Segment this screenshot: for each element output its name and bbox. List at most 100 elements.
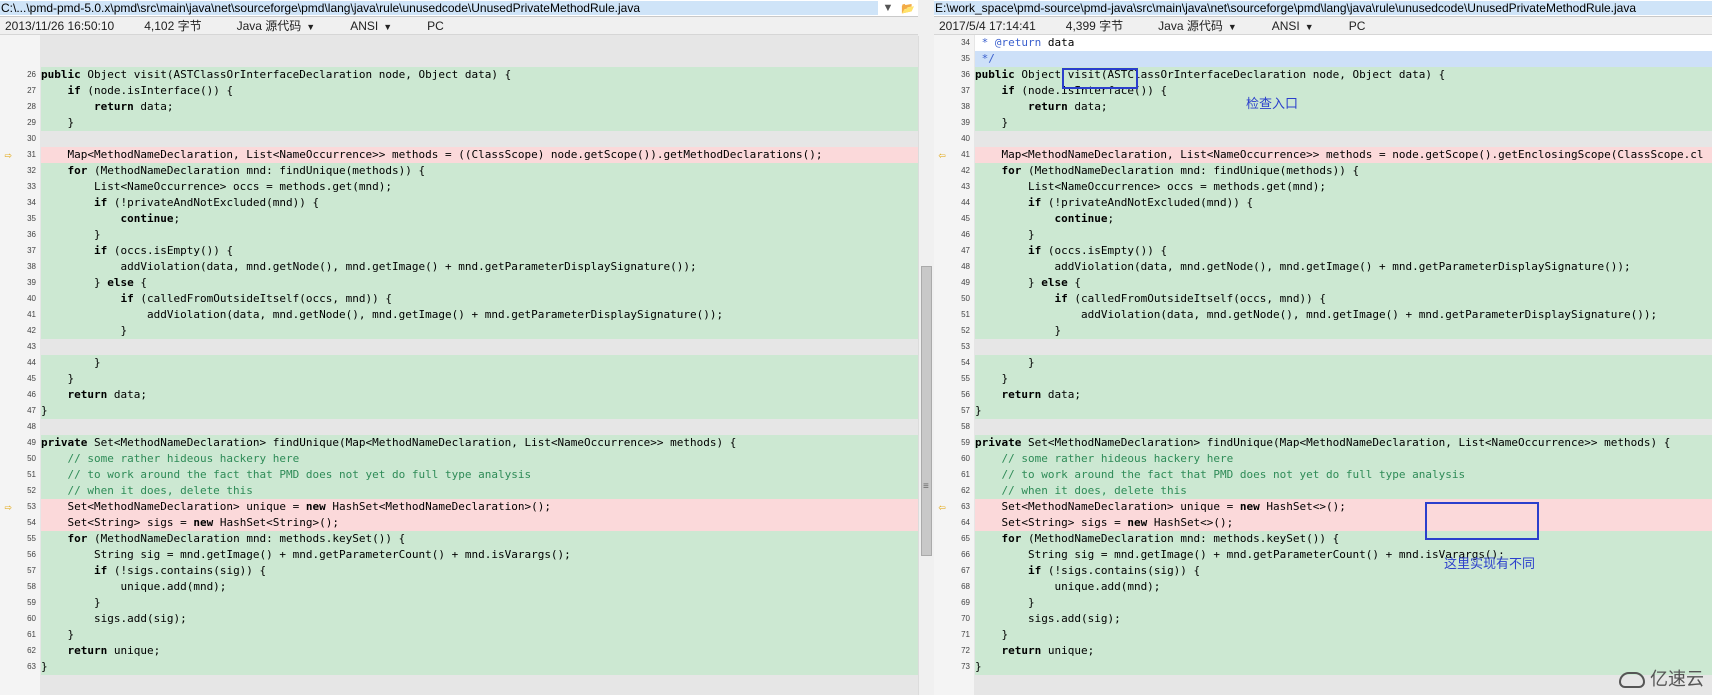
line-number: 42	[961, 166, 970, 175]
line-number: 61	[27, 630, 36, 639]
line-number: 54	[961, 358, 970, 367]
code-line: 27 if (node.isInterface()) {	[0, 83, 918, 99]
code-text: return unique;	[41, 643, 918, 659]
line-number: 62	[27, 646, 36, 655]
left-datetime: 2013/11/26 16:50:10	[5, 18, 115, 33]
code-line: 52 // when it does, delete this	[0, 483, 918, 499]
line-number: 66	[961, 550, 970, 559]
right-file-path[interactable]: E:\work_space\pmd-source\pmd-java\src\ma…	[934, 1, 1712, 15]
code-line: 47 if (occs.isEmpty()) {	[934, 243, 1712, 259]
left-file-path[interactable]: C:\...\pmd-pmd-5.0.x\pmd\src\main\java\n…	[0, 1, 878, 15]
line-number: 68	[961, 582, 970, 591]
line-number: 33	[27, 182, 36, 191]
right-encoding-select[interactable]: ANSI ▼	[1267, 19, 1314, 33]
code-line: 38 addViolation(data, mnd.getNode(), mnd…	[0, 259, 918, 275]
line-number: 47	[27, 406, 36, 415]
code-text: for (MethodNameDeclaration mnd: methods.…	[41, 531, 918, 547]
line-number: 58	[961, 422, 970, 431]
line-number: 45	[27, 374, 36, 383]
line-number: 26	[27, 70, 36, 79]
diff-arrow-icon[interactable]: ⇨	[1, 499, 15, 515]
code-text: for (MethodNameDeclaration mnd: methods.…	[975, 531, 1712, 547]
entry-highlight-box	[1062, 68, 1138, 89]
left-encoding-select[interactable]: ANSI ▼	[345, 19, 392, 33]
code-text: }	[975, 371, 1712, 387]
code-line: 40	[934, 131, 1712, 147]
code-text: Set<String> sigs = new HashSet<String>()…	[41, 515, 918, 531]
watermark-text: 亿速云	[1650, 669, 1704, 689]
code-text: if (!sigs.contains(sig)) {	[41, 563, 918, 579]
pane-splitter[interactable]: ≡	[918, 36, 934, 695]
code-line: 53	[934, 339, 1712, 355]
line-number: 61	[961, 470, 970, 479]
code-line: 70 sigs.add(sig);	[934, 611, 1712, 627]
left-code-lines: 26 public Object visit(ASTClassOrInterfac…	[0, 35, 918, 675]
line-number: 58	[27, 582, 36, 591]
code-line: 38 return data;	[934, 99, 1712, 115]
code-line: 58	[934, 419, 1712, 435]
line-number: 35	[27, 214, 36, 223]
code-line: 48	[0, 419, 918, 435]
chevron-down-icon: ▼	[1304, 21, 1314, 32]
left-path-dropdown-icon[interactable]: ▼	[878, 0, 898, 16]
line-number: 53	[27, 502, 36, 511]
line-number: 60	[27, 614, 36, 623]
line-number: 46	[27, 390, 36, 399]
left-lineend-select[interactable]: PC	[422, 19, 444, 33]
line-number: 39	[961, 118, 970, 127]
line-number: 49	[27, 438, 36, 447]
line-number: 45	[961, 214, 970, 223]
right-code-view[interactable]: 34 * @return data 35 */36 public Object vi…	[934, 35, 1712, 695]
line-number: 69	[961, 598, 970, 607]
left-open-folder-icon[interactable]: 📂	[898, 0, 918, 16]
code-line: 39 }	[934, 115, 1712, 131]
line-number: 40	[27, 294, 36, 303]
code-text: // to work around the fact that PMD does…	[975, 467, 1712, 483]
line-number: 63	[961, 502, 970, 511]
diff-highlight-box	[1425, 502, 1539, 540]
code-line: 54 }	[934, 355, 1712, 371]
code-text: // some rather hideous hackery here	[975, 451, 1712, 467]
code-line: 51 addViolation(data, mnd.getNode(), mnd…	[934, 307, 1712, 323]
line-number: 63	[27, 662, 36, 671]
code-text: addViolation(data, mnd.getNode(), mnd.ge…	[41, 307, 918, 323]
line-number: 56	[961, 390, 970, 399]
code-text: // when it does, delete this	[975, 483, 1712, 499]
diff-arrow-icon[interactable]: ⇨	[1, 147, 15, 163]
code-text: String sig = mnd.getImage() + mnd.getPar…	[975, 547, 1712, 563]
code-line: 71 }	[934, 627, 1712, 643]
code-text: continue;	[975, 211, 1712, 227]
line-number: 50	[961, 294, 970, 303]
line-number: 48	[961, 262, 970, 271]
code-text: addViolation(data, mnd.getNode(), mnd.ge…	[975, 259, 1712, 275]
code-text: }	[975, 403, 1712, 419]
line-number: 64	[961, 518, 970, 527]
code-text: for (MethodNameDeclaration mnd: findUniq…	[975, 163, 1712, 179]
diff-arrow-icon[interactable]: ⇦	[935, 147, 949, 163]
line-number: 41	[961, 150, 970, 159]
left-code-view[interactable]: 26 public Object visit(ASTClassOrInterfac…	[0, 35, 918, 695]
right-lineend-select[interactable]: PC	[1344, 19, 1366, 33]
code-text: */	[975, 51, 1712, 67]
code-text: }	[975, 659, 1712, 675]
line-number: 73	[961, 662, 970, 671]
code-line: 48 addViolation(data, mnd.getNode(), mnd…	[934, 259, 1712, 275]
left-language-select[interactable]: Java 源代码 ▼	[232, 17, 316, 34]
line-number: 57	[27, 566, 36, 575]
right-language-select[interactable]: Java 源代码 ▼	[1153, 17, 1237, 34]
line-number: 59	[27, 598, 36, 607]
diff-annotation: 这里实现有不同	[1444, 556, 1536, 571]
chevron-down-icon: ▼	[383, 21, 393, 32]
line-number: 60	[961, 454, 970, 463]
code-text: if (!privateAndNotExcluded(mnd)) {	[975, 195, 1712, 211]
line-number: 57	[961, 406, 970, 415]
code-line: 42 }	[0, 323, 918, 339]
code-line: 46 }	[934, 227, 1712, 243]
line-number: 51	[27, 470, 36, 479]
code-text: }	[975, 323, 1712, 339]
line-number: 37	[961, 86, 970, 95]
line-number: 52	[27, 486, 36, 495]
diff-arrow-icon[interactable]: ⇦	[935, 499, 949, 515]
code-line: 30	[0, 131, 918, 147]
